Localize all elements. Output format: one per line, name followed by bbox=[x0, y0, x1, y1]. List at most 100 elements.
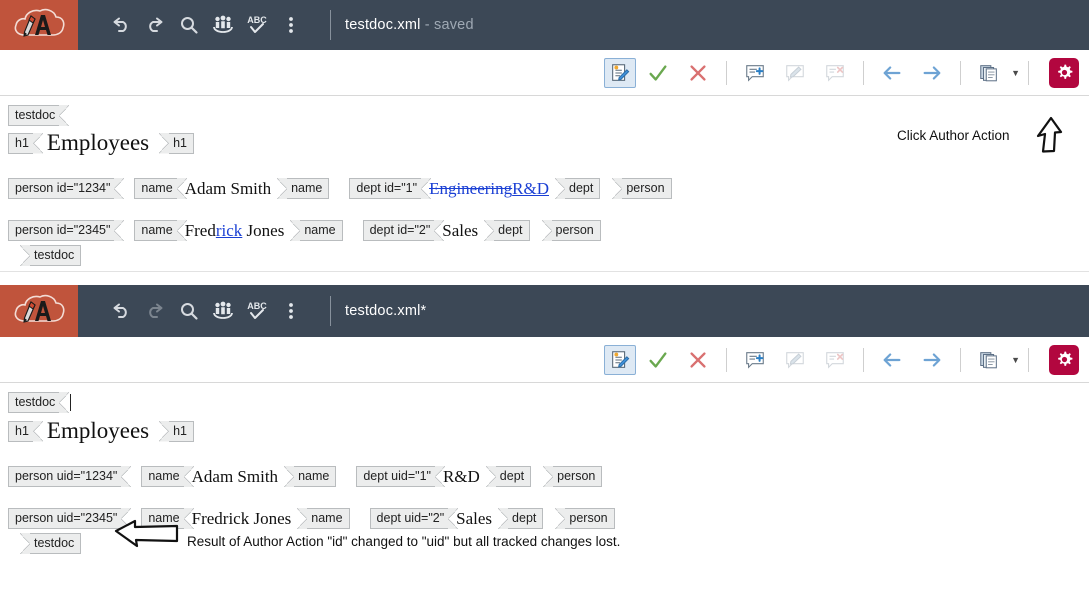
chevron-down-icon[interactable]: ▼ bbox=[1011, 68, 1020, 78]
tag-person-open-1[interactable]: person id="1234" bbox=[8, 178, 125, 199]
panel2-author-view[interactable]: testdoc h1 Employees h1 person uid="1234… bbox=[0, 383, 1089, 594]
tag-name-close-1[interactable]: name bbox=[277, 178, 330, 199]
tag-dept-open-1[interactable]: dept uid="1" bbox=[356, 466, 445, 487]
tag-person-close-1[interactable]: person bbox=[543, 466, 603, 487]
text-cursor bbox=[70, 394, 72, 411]
app-logo[interactable] bbox=[0, 285, 78, 337]
heading-row: h1 Employees h1 bbox=[8, 418, 1089, 444]
document-title: testdoc.xml - saved bbox=[345, 17, 474, 33]
person-row-1: person id="1234" name Adam Smith name de… bbox=[8, 178, 1089, 199]
panel2-title-icons: ABC bbox=[104, 291, 308, 331]
name-text-2[interactable]: Fredrick Jones bbox=[186, 509, 298, 529]
tag-testdoc-open[interactable]: testdoc bbox=[8, 392, 70, 413]
tag-name-open-2[interactable]: name bbox=[134, 220, 188, 241]
person-row-2: person id="2345" name Fredrick Jones nam… bbox=[8, 220, 1089, 241]
tag-name-close-2[interactable]: name bbox=[290, 220, 343, 241]
reject-change-icon[interactable] bbox=[680, 343, 716, 377]
search-icon[interactable] bbox=[172, 291, 206, 331]
toolbar-separator-4 bbox=[1028, 347, 1029, 372]
toolbar-separator-1 bbox=[726, 60, 728, 85]
tag-person-close-1[interactable]: person bbox=[612, 178, 672, 199]
tag-person-open-2[interactable]: person id="2345" bbox=[8, 220, 125, 241]
previous-change-icon[interactable] bbox=[874, 343, 910, 377]
accept-change-icon[interactable] bbox=[640, 343, 676, 377]
annotation-bottom-text: Result of Author Action "id" changed to … bbox=[187, 534, 621, 549]
tag-person-close-2[interactable]: person bbox=[541, 220, 601, 241]
tag-testdoc-close[interactable]: testdoc bbox=[19, 533, 82, 554]
tag-person-open-2[interactable]: person uid="2345" bbox=[8, 508, 132, 529]
add-comment-icon[interactable] bbox=[737, 56, 773, 90]
reject-change-icon[interactable] bbox=[680, 56, 716, 90]
search-icon[interactable] bbox=[172, 5, 206, 45]
toolbar-separator-2 bbox=[863, 60, 865, 85]
people-icon[interactable] bbox=[206, 291, 240, 331]
author-action-icon[interactable] bbox=[604, 57, 637, 88]
tag-h1-open[interactable]: h1 bbox=[8, 132, 43, 154]
tag-dept-close-1[interactable]: dept bbox=[554, 178, 601, 199]
settings-gear-icon[interactable] bbox=[1049, 57, 1079, 88]
document-name: testdoc.xml bbox=[345, 17, 421, 33]
people-icon[interactable] bbox=[206, 5, 240, 45]
panel2-action-toolbar: ▼ bbox=[0, 337, 1089, 383]
oxygen-author-screenshot: ABC testdoc.xml - saved ▼ testdoc h1 Emp… bbox=[0, 0, 1089, 600]
document-name: testdoc.xml* bbox=[345, 303, 427, 319]
toolbar-separator-1 bbox=[726, 347, 728, 372]
more-options-icon[interactable] bbox=[274, 291, 308, 331]
root-close-row: testdoc bbox=[8, 245, 1089, 266]
spellcheck-abc-icon[interactable]: ABC bbox=[240, 291, 274, 331]
name-text-2[interactable]: Fredrick Jones bbox=[179, 221, 291, 241]
inserted-text-1: R&D bbox=[512, 178, 549, 198]
document-title: testdoc.xml* bbox=[345, 303, 426, 319]
arrow-left-pointer bbox=[113, 518, 181, 555]
panel-divider bbox=[0, 271, 1089, 272]
panel1-author-view[interactable]: testdoc h1 Employees h1 person id="1234"… bbox=[0, 96, 1089, 272]
chevron-down-icon[interactable]: ▼ bbox=[1011, 355, 1020, 365]
redo-icon[interactable] bbox=[138, 5, 172, 45]
tag-testdoc-open[interactable]: testdoc bbox=[8, 105, 70, 126]
app-logo[interactable] bbox=[0, 0, 78, 50]
author-action-icon[interactable] bbox=[604, 344, 637, 375]
more-options-icon[interactable] bbox=[274, 5, 308, 45]
next-change-icon[interactable] bbox=[914, 56, 950, 90]
tag-h1-open[interactable]: h1 bbox=[8, 420, 43, 442]
dept-text-1[interactable]: EngineeringR&D bbox=[423, 179, 555, 199]
edit-comment-icon bbox=[777, 56, 813, 90]
tag-name-open-1[interactable]: name bbox=[134, 178, 188, 199]
settings-gear-icon[interactable] bbox=[1049, 344, 1079, 375]
tag-h1-close[interactable]: h1 bbox=[159, 420, 195, 442]
tag-dept-close-2[interactable]: dept bbox=[497, 508, 544, 529]
name-text-1[interactable]: Adam Smith bbox=[186, 467, 284, 487]
tag-name-close-2[interactable]: name bbox=[297, 508, 350, 529]
copy-documents-icon[interactable] bbox=[971, 56, 1007, 90]
undo-icon[interactable] bbox=[104, 5, 138, 45]
accept-change-icon[interactable] bbox=[640, 56, 676, 90]
arrow-up-pointer bbox=[1029, 115, 1063, 162]
tag-name-close-1[interactable]: name bbox=[283, 466, 337, 487]
heading-text[interactable]: Employees bbox=[35, 130, 159, 156]
tag-testdoc-close[interactable]: testdoc bbox=[19, 245, 82, 266]
heading-text[interactable]: Employees bbox=[35, 418, 159, 444]
remove-comment-icon bbox=[817, 343, 853, 377]
next-change-icon[interactable] bbox=[914, 343, 950, 377]
undo-icon[interactable] bbox=[104, 291, 138, 331]
tag-dept-open-2[interactable]: dept id="2" bbox=[362, 220, 444, 241]
remove-comment-icon bbox=[817, 56, 853, 90]
copy-documents-icon[interactable] bbox=[971, 343, 1007, 377]
svg-text:ABC: ABC bbox=[247, 301, 267, 311]
titlebar-separator bbox=[330, 10, 331, 40]
tag-dept-open-2[interactable]: dept uid="2" bbox=[369, 508, 458, 529]
tag-name-open-1[interactable]: name bbox=[141, 466, 194, 487]
toolbar-separator-3 bbox=[960, 347, 962, 372]
tag-dept-close-1[interactable]: dept bbox=[485, 466, 532, 487]
tag-h1-close[interactable]: h1 bbox=[159, 132, 195, 154]
spellcheck-abc-icon[interactable]: ABC bbox=[240, 5, 274, 45]
add-comment-icon[interactable] bbox=[737, 343, 773, 377]
tag-person-close-2[interactable]: person bbox=[555, 508, 615, 529]
tag-person-open-1[interactable]: person uid="1234" bbox=[8, 466, 132, 487]
tag-dept-close-2[interactable]: dept bbox=[484, 220, 530, 241]
name-text-1[interactable]: Adam Smith bbox=[179, 179, 277, 199]
previous-change-icon[interactable] bbox=[874, 56, 910, 90]
svg-text:ABC: ABC bbox=[247, 15, 267, 25]
tag-dept-open-1[interactable]: dept id="1" bbox=[349, 178, 431, 199]
annotation-top-text: Click Author Action bbox=[897, 128, 1010, 143]
